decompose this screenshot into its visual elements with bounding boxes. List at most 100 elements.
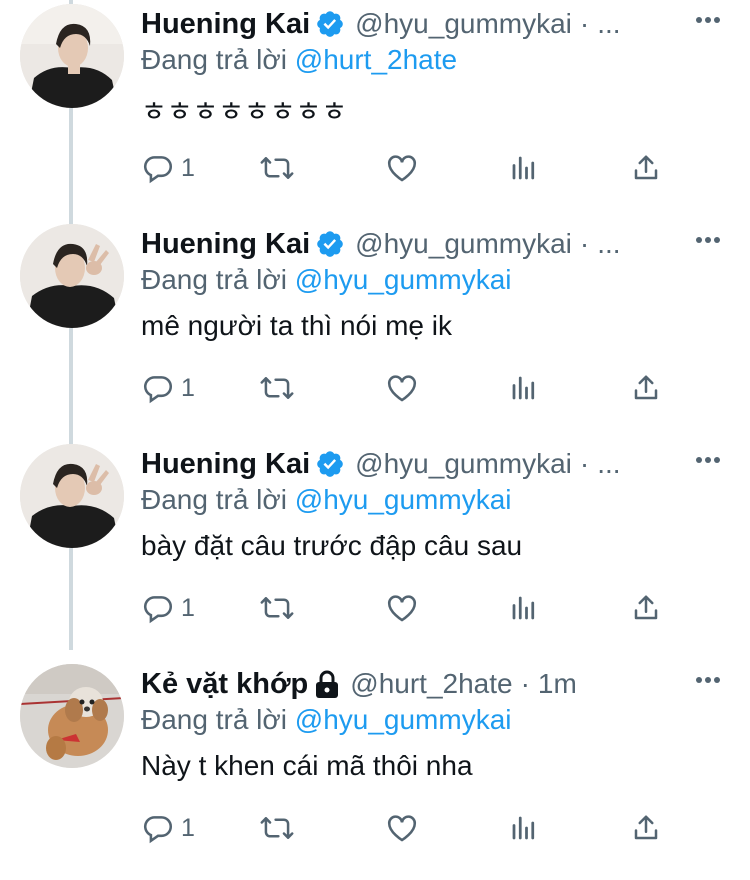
replying-prefix: Đang trả lời xyxy=(141,704,287,735)
like-button[interactable] xyxy=(385,150,419,186)
tweet-header: Huening Kai @hyu_gummykai · ... xyxy=(141,446,730,482)
tweet-text: bày đặt câu trước đập câu sau xyxy=(141,530,523,561)
display-name[interactable]: Huening Kai xyxy=(141,228,310,261)
tweet[interactable]: Kẻ vặt khớp @hurt_2hate · 1m Đang trả lờ… xyxy=(0,660,750,880)
replying-to: Đang trả lời @hyu_gummykai xyxy=(141,264,512,296)
replying-to-mention[interactable]: @hurt_2hate xyxy=(295,44,457,75)
truncation-ellipsis: ... xyxy=(597,228,621,259)
action-bar: 1 xyxy=(141,370,681,406)
avatar[interactable] xyxy=(20,4,124,108)
share-icon xyxy=(631,591,661,625)
retweet-button[interactable] xyxy=(259,150,295,186)
tweet-text: ㅎㅎㅎㅎㅎㅎㅎㅎ xyxy=(141,96,348,127)
separator-dot: · xyxy=(579,448,590,479)
avatar[interactable] xyxy=(20,444,124,548)
user-handle[interactable]: @hyu_gummykai xyxy=(355,8,572,40)
like-button[interactable] xyxy=(385,370,419,406)
tweet[interactable]: Huening Kai @hyu_gummykai · ... Đang trả… xyxy=(0,440,750,660)
replying-to: Đang trả lời @hyu_gummykai xyxy=(141,704,512,736)
separator-dot: · xyxy=(579,228,590,259)
tweet-header: Huening Kai @hyu_gummykai · ... xyxy=(141,226,730,262)
verified-badge-icon xyxy=(315,449,345,479)
tweet[interactable]: Huening Kai @hyu_gummykai · ... Đang trả… xyxy=(0,220,750,440)
retweet-icon xyxy=(259,151,295,185)
tweet-header: Huening Kai @hyu_gummykai · ... xyxy=(141,6,730,42)
more-icon[interactable] xyxy=(694,446,722,474)
avatar[interactable] xyxy=(20,224,124,328)
user-handle[interactable]: @hyu_gummykai xyxy=(355,228,572,260)
user-handle[interactable]: @hyu_gummykai xyxy=(355,448,572,480)
like-icon xyxy=(385,151,419,185)
user-handle[interactable]: @hurt_2hate xyxy=(350,668,512,700)
analytics-icon xyxy=(509,151,539,185)
replying-prefix: Đang trả lời xyxy=(141,264,287,295)
replying-to: Đang trả lời @hyu_gummykai xyxy=(141,484,512,516)
truncation-ellipsis: ... xyxy=(597,8,621,39)
retweet-icon xyxy=(259,371,295,405)
more-icon[interactable] xyxy=(694,226,722,254)
analytics-button[interactable] xyxy=(509,150,539,186)
replying-to-mention[interactable]: @hyu_gummykai xyxy=(295,704,512,735)
replying-to: Đang trả lời @hurt_2hate xyxy=(141,44,457,76)
tweet-text: mê người ta thì nói mẹ ik xyxy=(141,310,453,341)
reply-icon xyxy=(141,811,175,845)
retweet-icon xyxy=(259,811,295,845)
reply-count: 1 xyxy=(181,813,195,842)
reply-count: 1 xyxy=(181,593,195,622)
retweet-button[interactable] xyxy=(259,810,295,846)
share-icon xyxy=(631,151,661,185)
analytics-icon xyxy=(509,591,539,625)
display-name[interactable]: Kẻ vặt khớp xyxy=(141,668,308,701)
like-icon xyxy=(385,811,419,845)
analytics-icon xyxy=(509,811,539,845)
reply-button[interactable]: 1 xyxy=(141,810,195,846)
like-button[interactable] xyxy=(385,590,419,626)
share-button[interactable] xyxy=(631,810,661,846)
reply-button[interactable]: 1 xyxy=(141,150,195,186)
tweet-text: Này t khen cái mã thôi nha xyxy=(141,750,473,781)
more-icon[interactable] xyxy=(694,6,722,34)
verified-badge-icon xyxy=(315,229,345,259)
timestamp[interactable]: 1m xyxy=(538,668,577,700)
tweet-header: Kẻ vặt khớp @hurt_2hate · 1m xyxy=(141,666,730,702)
replying-prefix: Đang trả lời xyxy=(141,484,287,515)
reply-icon xyxy=(141,151,175,185)
analytics-icon xyxy=(509,371,539,405)
analytics-button[interactable] xyxy=(509,370,539,406)
avatar[interactable] xyxy=(20,664,124,768)
reply-button[interactable]: 1 xyxy=(141,590,195,626)
analytics-button[interactable] xyxy=(509,590,539,626)
lock-icon xyxy=(314,669,340,699)
action-bar: 1 xyxy=(141,810,681,846)
separator-dot: · xyxy=(520,668,530,699)
retweet-icon xyxy=(259,591,295,625)
display-name[interactable]: Huening Kai xyxy=(141,8,310,41)
reply-button[interactable]: 1 xyxy=(141,370,195,406)
verified-badge-icon xyxy=(315,9,345,39)
share-icon xyxy=(631,371,661,405)
action-bar: 1 xyxy=(141,150,681,186)
display-name[interactable]: Huening Kai xyxy=(141,448,310,481)
share-button[interactable] xyxy=(631,590,661,626)
share-button[interactable] xyxy=(631,370,661,406)
like-icon xyxy=(385,371,419,405)
retweet-button[interactable] xyxy=(259,590,295,626)
truncation-ellipsis: ... xyxy=(597,448,621,479)
share-icon xyxy=(631,811,661,845)
share-button[interactable] xyxy=(631,150,661,186)
reply-count: 1 xyxy=(181,373,195,402)
reply-count: 1 xyxy=(181,153,195,182)
retweet-button[interactable] xyxy=(259,370,295,406)
action-bar: 1 xyxy=(141,590,681,626)
replying-to-mention[interactable]: @hyu_gummykai xyxy=(295,484,512,515)
replying-to-mention[interactable]: @hyu_gummykai xyxy=(295,264,512,295)
tweet[interactable]: Huening Kai @hyu_gummykai · ... Đang trả… xyxy=(0,0,750,220)
more-icon[interactable] xyxy=(694,666,722,694)
reply-icon xyxy=(141,371,175,405)
like-button[interactable] xyxy=(385,810,419,846)
replying-prefix: Đang trả lời xyxy=(141,44,287,75)
analytics-button[interactable] xyxy=(509,810,539,846)
separator-dot: · xyxy=(579,8,590,39)
reply-icon xyxy=(141,591,175,625)
like-icon xyxy=(385,591,419,625)
